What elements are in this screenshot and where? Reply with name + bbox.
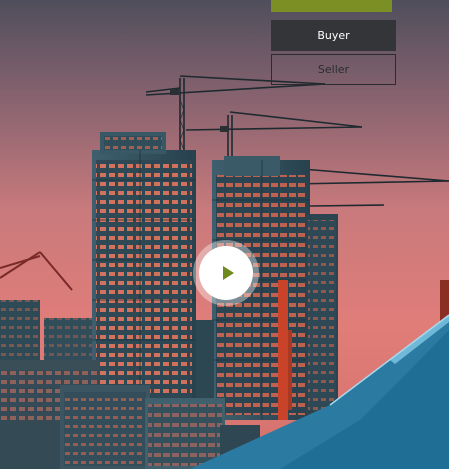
buyer-button[interactable]: Buyer (271, 20, 396, 51)
play-button-circle (199, 246, 253, 300)
primary-action-button[interactable] (271, 0, 392, 12)
play-video-button[interactable] (193, 240, 259, 306)
seller-button[interactable]: Seller (271, 54, 396, 85)
play-icon (222, 266, 234, 280)
